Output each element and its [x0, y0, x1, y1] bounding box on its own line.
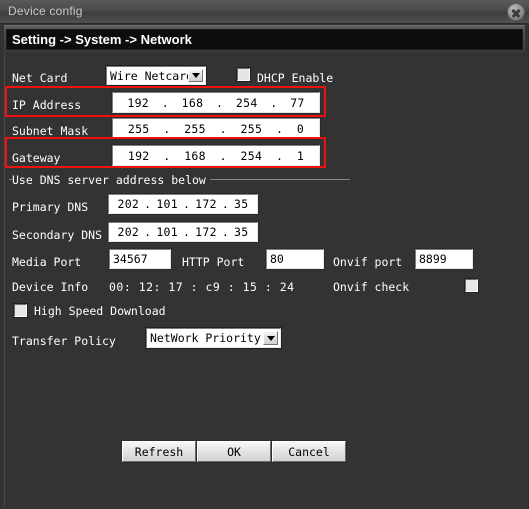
dns-group-legend: Use DNS server address below	[12, 173, 210, 187]
gateway-input[interactable]: 192 . 168 . 254 . 1	[111, 144, 321, 167]
refresh-button-label: Refresh	[134, 444, 184, 459]
primary-dns-dot-3: .	[221, 197, 230, 211]
subnet-dot-3: .	[275, 121, 284, 136]
device-info-label: Device Info	[12, 280, 89, 294]
media-port-value: 34567	[113, 252, 148, 266]
ip-dot-3: .	[270, 95, 278, 110]
close-icon[interactable]	[507, 3, 525, 21]
page-title: Setting -> System -> Network	[12, 32, 192, 47]
onvif-port-label: Onvif port	[333, 255, 403, 269]
gateway-octet-4: 1	[296, 148, 305, 163]
transfer-policy-select[interactable]: NetWork Priority	[145, 327, 282, 349]
primary-dns-input[interactable]: 202 . 101 . 172 . 35	[107, 193, 259, 215]
net-card-value: Wire Netcard	[110, 68, 194, 83]
ok-button-label: OK	[227, 444, 241, 459]
ip-address-label: IP Address	[12, 98, 82, 112]
transfer-policy-label: Transfer Policy	[12, 334, 116, 348]
secondary-dns-octet-4: 35	[234, 225, 249, 239]
onvif-check-checkbox[interactable]	[464, 278, 479, 293]
dhcp-enable-checkbox[interactable]	[236, 67, 251, 82]
gateway-octet-3: 254	[240, 148, 263, 163]
onvif-port-input[interactable]: 8899	[414, 248, 474, 270]
high-speed-download-checkbox[interactable]	[13, 303, 28, 318]
secondary-dns-octet-1: 202	[117, 225, 140, 239]
media-port-label: Media Port	[12, 255, 82, 269]
gateway-octet-2: 168	[184, 148, 206, 163]
high-speed-download-label: High Speed Download	[34, 304, 166, 318]
http-port-input[interactable]: 80	[265, 248, 325, 270]
net-card-select[interactable]: Wire Netcard	[105, 65, 207, 86]
subnet-dot-1: .	[163, 121, 171, 136]
dhcp-enable-label: DHCP Enable	[257, 71, 334, 85]
gateway-dot-3: .	[275, 148, 284, 163]
onvif-port-value: 8899	[419, 252, 447, 266]
secondary-dns-octet-3: 172	[195, 225, 217, 239]
primary-dns-dot-1: .	[144, 197, 152, 211]
primary-dns-dot-2: .	[182, 197, 191, 211]
transfer-policy-value: NetWork Priority	[150, 331, 261, 345]
secondary-dns-dot-3: .	[221, 225, 230, 239]
primary-dns-octet-1: 202	[117, 197, 140, 211]
net-card-label: Net Card	[12, 71, 68, 85]
cancel-button-label: Cancel	[288, 444, 330, 459]
gateway-dot-2: .	[219, 148, 227, 163]
chevron-down-icon[interactable]	[263, 331, 278, 345]
secondary-dns-octet-2: 101	[156, 225, 178, 239]
gateway-dot-1: .	[163, 148, 171, 163]
gateway-label: Gateway	[12, 151, 61, 165]
secondary-dns-input[interactable]: 202 . 101 . 172 . 35	[107, 221, 259, 243]
refresh-button[interactable]: Refresh	[121, 440, 197, 463]
network-settings-panel: Net Card Wire Netcard DHCP Enable IP Add…	[4, 52, 525, 507]
subnet-octet-2: 255	[184, 121, 206, 136]
primary-dns-label: Primary DNS	[12, 200, 89, 214]
http-port-value: 80	[270, 252, 284, 266]
chevron-down-icon[interactable]	[188, 69, 203, 82]
media-port-input[interactable]: 34567	[108, 248, 172, 270]
primary-dns-octet-3: 172	[195, 197, 217, 211]
ip-dot-1: .	[161, 95, 169, 110]
window-titlebar: Device config	[0, 0, 529, 24]
header-band: Setting -> System -> Network	[4, 25, 525, 52]
subnet-octet-4: 0	[296, 121, 305, 136]
gateway-octet-1: 192	[127, 148, 150, 163]
subnet-mask-label: Subnet Mask	[12, 124, 89, 138]
subnet-mask-input[interactable]: 255 . 255 . 255 . 0	[111, 117, 321, 140]
ip-address-input[interactable]: 192 . 168 . 254 . 77	[111, 91, 321, 114]
breadcrumb: Setting -> System -> Network	[6, 29, 523, 50]
ip-octet-4: 77	[290, 95, 305, 110]
primary-dns-octet-2: 101	[156, 197, 178, 211]
ip-dot-2: .	[215, 95, 224, 110]
device-info-value: 00: 12: 17 : c9 : 15 : 24	[109, 280, 295, 294]
ip-octet-1: 192	[127, 95, 150, 110]
subnet-dot-2: .	[219, 121, 227, 136]
secondary-dns-label: Secondary DNS	[12, 228, 103, 242]
window-title: Device config	[8, 4, 83, 18]
secondary-dns-dot-2: .	[182, 225, 191, 239]
onvif-check-label: Onvif check	[333, 280, 410, 294]
http-port-label: HTTP Port	[182, 255, 245, 269]
subnet-octet-1: 255	[127, 121, 150, 136]
subnet-octet-3: 255	[240, 121, 263, 136]
secondary-dns-dot-1: .	[144, 225, 152, 239]
ip-octet-3: 254	[235, 95, 258, 110]
cancel-button[interactable]: Cancel	[271, 440, 347, 463]
primary-dns-octet-4: 35	[234, 197, 249, 211]
ok-button[interactable]: OK	[196, 440, 272, 463]
ip-octet-2: 168	[181, 95, 204, 110]
